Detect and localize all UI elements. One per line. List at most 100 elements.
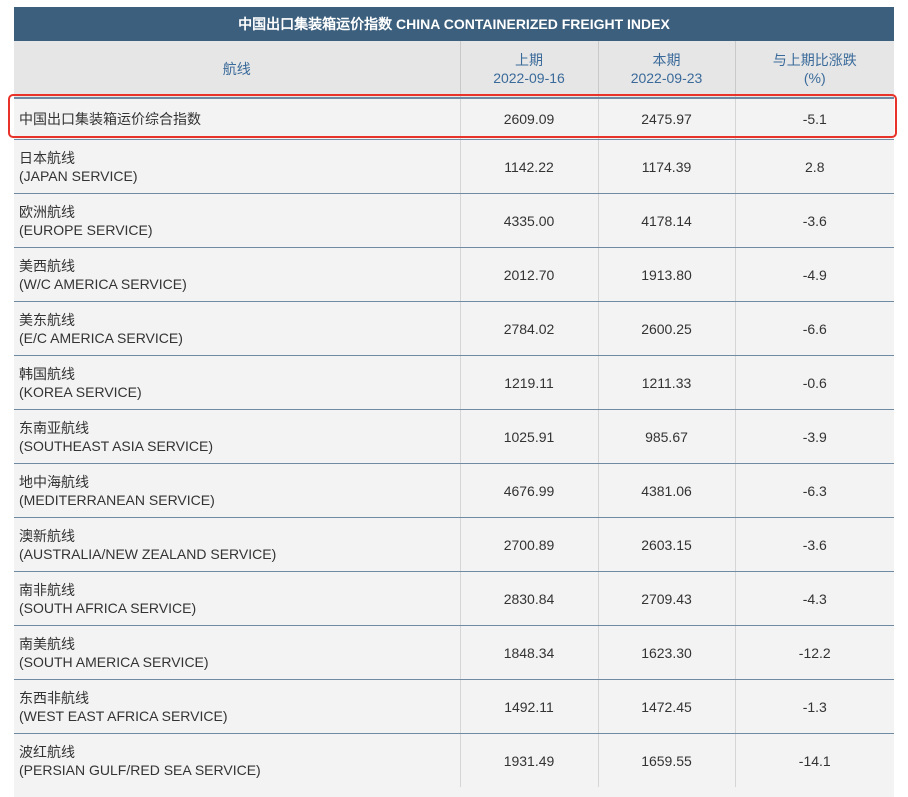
- route-row: 韩国航线 (KOREA SERVICE) 1219.11 1211.33 -0.…: [14, 355, 894, 410]
- route-name-en: (MEDITERRANEAN SERVICE): [19, 491, 215, 508]
- freight-index-table: 航线 上期 2022-09-16 本期 2022-09-23 与上期比涨跌 (%…: [14, 41, 894, 788]
- route-change-value: -3.9: [735, 409, 894, 464]
- route-name-en: (EUROPE SERVICE): [19, 221, 153, 238]
- composite-prev-value: 2609.09: [460, 98, 599, 140]
- route-row: 地中海航线 (MEDITERRANEAN SERVICE) 4676.99 43…: [14, 463, 894, 518]
- composite-index-name: 中国出口集装箱运价综合指数: [14, 98, 461, 140]
- prev-period-header: 上期 2022-09-16: [460, 41, 599, 99]
- prev-period-label: 上期: [515, 52, 543, 68]
- route-curr-value: 1659.55: [598, 733, 736, 788]
- route-change-value: -0.6: [735, 355, 894, 410]
- route-name-cell: 日本航线 (JAPAN SERVICE): [14, 139, 461, 194]
- route-row: 南美航线 (SOUTH AMERICA SERVICE) 1848.34 162…: [14, 625, 894, 680]
- route-name-cn: 南非航线: [19, 581, 75, 598]
- route-name-en: (SOUTHEAST ASIA SERVICE): [19, 437, 213, 454]
- change-header: 与上期比涨跌 (%): [735, 41, 894, 99]
- route-name-cn: 韩国航线: [19, 365, 75, 382]
- route-prev-value: 2012.70: [460, 247, 599, 302]
- route-name-cn: 澳新航线: [19, 527, 75, 544]
- route-prev-value: 1848.34: [460, 625, 599, 680]
- route-name-cn: 波红航线: [19, 743, 75, 760]
- route-header: 航线: [14, 41, 461, 99]
- route-row: 东南亚航线 (SOUTHEAST ASIA SERVICE) 1025.91 9…: [14, 409, 894, 464]
- route-change-value: -6.6: [735, 301, 894, 356]
- route-name-cell: 南非航线 (SOUTH AFRICA SERVICE): [14, 571, 461, 626]
- route-name-cn: 东南亚航线: [19, 419, 89, 436]
- route-prev-value: 1219.11: [460, 355, 599, 410]
- route-name-cn: 南美航线: [19, 635, 75, 652]
- route-name-cell: 美西航线 (W/C AMERICA SERVICE): [14, 247, 461, 302]
- route-prev-value: 2784.02: [460, 301, 599, 356]
- route-name-cell: 美东航线 (E/C AMERICA SERVICE): [14, 301, 461, 356]
- route-row: 美西航线 (W/C AMERICA SERVICE) 2012.70 1913.…: [14, 247, 894, 302]
- route-prev-value: 1025.91: [460, 409, 599, 464]
- route-change-value: -4.9: [735, 247, 894, 302]
- route-name-cell: 欧洲航线 (EUROPE SERVICE): [14, 193, 461, 248]
- route-row: 澳新航线 (AUSTRALIA/NEW ZEALAND SERVICE) 270…: [14, 517, 894, 572]
- route-name-cell: 韩国航线 (KOREA SERVICE): [14, 355, 461, 410]
- curr-period-label: 本期: [652, 52, 681, 68]
- route-row: 东西非航线 (WEST EAST AFRICA SERVICE) 1492.11…: [14, 679, 894, 734]
- route-curr-value: 2603.15: [598, 517, 736, 572]
- route-curr-value: 4178.14: [598, 193, 736, 248]
- curr-period-header: 本期 2022-09-23: [598, 41, 736, 99]
- route-name-en: (WEST EAST AFRICA SERVICE): [19, 707, 228, 724]
- header-row: 航线 上期 2022-09-16 本期 2022-09-23 与上期比涨跌 (%…: [14, 41, 894, 99]
- route-name-cell: 南美航线 (SOUTH AMERICA SERVICE): [14, 625, 461, 680]
- route-name-cn: 东西非航线: [19, 689, 89, 706]
- route-curr-value: 1211.33: [598, 355, 736, 410]
- route-row: 美东航线 (E/C AMERICA SERVICE) 2784.02 2600.…: [14, 301, 894, 356]
- route-row: 欧洲航线 (EUROPE SERVICE) 4335.00 4178.14 -3…: [14, 193, 894, 248]
- route-name-cn: 地中海航线: [19, 473, 89, 490]
- route-name-en: (JAPAN SERVICE): [19, 167, 138, 184]
- route-change-value: -12.2: [735, 625, 894, 680]
- route-change-value: -4.3: [735, 571, 894, 626]
- route-curr-value: 985.67: [598, 409, 736, 464]
- route-prev-value: 2830.84: [460, 571, 599, 626]
- route-name-cell: 地中海航线 (MEDITERRANEAN SERVICE): [14, 463, 461, 518]
- curr-period-date: 2022-09-23: [630, 70, 703, 86]
- route-name-en: (SOUTH AMERICA SERVICE): [19, 653, 209, 670]
- table-title: 中国出口集装箱运价指数 CHINA CONTAINERIZED FREIGHT …: [14, 7, 894, 41]
- route-name-en: (AUSTRALIA/NEW ZEALAND SERVICE): [19, 545, 277, 562]
- route-name-cn: 日本航线: [19, 149, 75, 166]
- route-name-en: (PERSIAN GULF/RED SEA SERVICE): [19, 761, 261, 778]
- route-prev-value: 4335.00: [460, 193, 599, 248]
- route-change-value: -14.1: [735, 733, 894, 788]
- route-row: 南非航线 (SOUTH AFRICA SERVICE) 2830.84 2709…: [14, 571, 894, 626]
- route-prev-value: 1142.22: [460, 139, 599, 194]
- table-continuation: [14, 787, 894, 797]
- route-curr-value: 2709.43: [598, 571, 736, 626]
- route-prev-value: 1492.11: [460, 679, 599, 734]
- route-change-value: -6.3: [735, 463, 894, 518]
- route-name-en: (E/C AMERICA SERVICE): [19, 329, 183, 346]
- route-change-value: 2.8: [735, 139, 894, 194]
- route-curr-value: 1174.39: [598, 139, 736, 194]
- change-unit: (%): [803, 70, 826, 86]
- route-name-cell: 波红航线 (PERSIAN GULF/RED SEA SERVICE): [14, 733, 461, 788]
- prev-period-date: 2022-09-16: [493, 70, 565, 86]
- composite-index-row: 中国出口集装箱运价综合指数 2609.09 2475.97 -5.1: [14, 98, 894, 140]
- route-name-en: (KOREA SERVICE): [19, 383, 142, 400]
- route-name-cn: 美西航线: [19, 257, 75, 274]
- route-curr-value: 1913.80: [598, 247, 736, 302]
- route-name-cn: 美东航线: [19, 311, 75, 328]
- composite-change-value: -5.1: [735, 98, 894, 140]
- route-change-value: -3.6: [735, 193, 894, 248]
- route-curr-value: 4381.06: [598, 463, 736, 518]
- route-name-en: (W/C AMERICA SERVICE): [19, 275, 187, 292]
- route-name-en: (SOUTH AFRICA SERVICE): [19, 599, 197, 616]
- route-name-cn: 欧洲航线: [19, 203, 75, 220]
- route-row: 日本航线 (JAPAN SERVICE) 1142.22 1174.39 2.8: [14, 139, 894, 194]
- route-name-cell: 东南亚航线 (SOUTHEAST ASIA SERVICE): [14, 409, 461, 464]
- route-prev-value: 4676.99: [460, 463, 599, 518]
- route-curr-value: 2600.25: [598, 301, 736, 356]
- route-change-value: -3.6: [735, 517, 894, 572]
- freight-index-panel: 中国出口集装箱运价指数 CHINA CONTAINERIZED FREIGHT …: [14, 7, 894, 788]
- route-prev-value: 1931.49: [460, 733, 599, 788]
- change-label: 与上期比涨跌: [772, 52, 857, 68]
- route-curr-value: 1472.45: [598, 679, 736, 734]
- composite-curr-value: 2475.97: [598, 98, 736, 140]
- route-row: 波红航线 (PERSIAN GULF/RED SEA SERVICE) 1931…: [14, 733, 894, 788]
- route-name-cell: 澳新航线 (AUSTRALIA/NEW ZEALAND SERVICE): [14, 517, 461, 572]
